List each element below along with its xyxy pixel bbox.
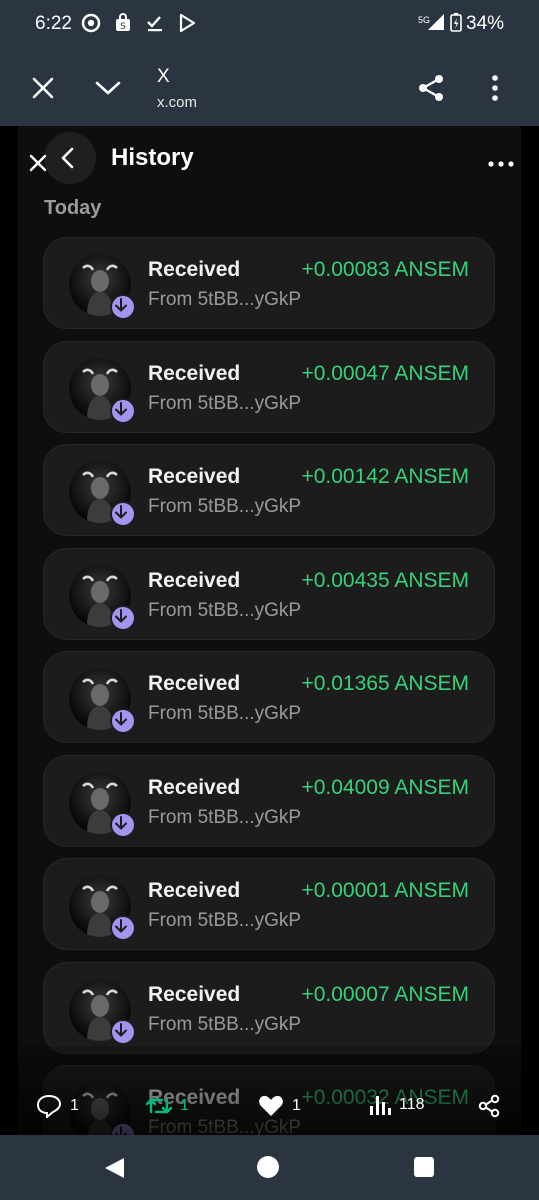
chrome-notification-icon bbox=[80, 12, 102, 34]
share-icon bbox=[478, 1094, 500, 1118]
svg-text:S: S bbox=[120, 22, 126, 32]
checklist-notification-icon bbox=[144, 12, 166, 34]
received-badge bbox=[110, 915, 136, 941]
transaction-label: Received bbox=[148, 982, 241, 1006]
transaction-amount: +0.04009 ANSEM bbox=[301, 775, 469, 799]
transaction-amount: +0.00007 ANSEM bbox=[301, 982, 469, 1006]
transaction-label: Received bbox=[148, 672, 241, 695]
transaction-label: Received bbox=[148, 568, 241, 592]
status-bar: 6:22 S 5G 34% bbox=[0, 0, 539, 48]
shop-notification-icon: S bbox=[112, 12, 134, 34]
received-badge bbox=[110, 294, 136, 320]
reply-count: 1 bbox=[70, 1097, 79, 1114]
arrow-down-icon bbox=[115, 815, 127, 829]
received-badge bbox=[110, 397, 136, 424]
transaction-sender: From 5tBB...yGkP bbox=[148, 1013, 302, 1035]
transaction-item[interactable]: Received From 5tBB...yGkP +0.00001 ANSEM bbox=[43, 858, 495, 950]
like-count: 1 bbox=[292, 1097, 301, 1114]
received-badge bbox=[110, 501, 136, 527]
transaction-item[interactable]: Received From 5tBB...yGkP +0.00435 ANSEM bbox=[43, 547, 495, 640]
page-title: X bbox=[157, 66, 170, 87]
transaction-amount: +0.00435 ANSEM bbox=[301, 568, 469, 592]
transaction-amount: +0.00047 ANSEM bbox=[301, 361, 469, 385]
heart-icon bbox=[259, 1095, 283, 1116]
battery-icon bbox=[450, 13, 462, 32]
nav-home-icon[interactable] bbox=[257, 1156, 279, 1178]
transaction-label: Received bbox=[148, 879, 241, 902]
more-horiz-icon[interactable] bbox=[486, 160, 516, 168]
transaction-item[interactable]: Received From 5tBB...yGkP +0.00007 ANSEM bbox=[43, 961, 495, 1054]
transaction-label: Received bbox=[148, 775, 241, 799]
post-action-bar: 1 1 1 118 bbox=[0, 1084, 539, 1128]
transaction-sender: From 5tBB...yGkP bbox=[148, 703, 302, 724]
web-content: History Today Received From 5tBB...yGkP +0… bbox=[0, 126, 539, 1135]
battery-level: 34% bbox=[466, 13, 505, 34]
transaction-amount: +0.00001 ANSEM bbox=[301, 879, 469, 902]
arrow-down-icon bbox=[115, 505, 127, 519]
transaction-item[interactable]: Received From 5tBB...yGkP +0.04009 ANSEM bbox=[43, 754, 495, 847]
transaction-sender: From 5tBB...yGkP bbox=[148, 599, 302, 621]
transaction-item[interactable]: Received From 5tBB...yGkP +0.00047 ANSEM bbox=[43, 340, 495, 433]
history-title: History bbox=[111, 144, 194, 171]
page-url: x.com bbox=[157, 94, 198, 111]
repost-count: 1 bbox=[180, 1097, 189, 1114]
transaction-item[interactable]: Received From 5tBB...yGkP +0.01365 ANSEM bbox=[43, 651, 495, 743]
transaction-sender: From 5tBB...yGkP bbox=[148, 496, 302, 517]
transaction-amount: +0.00142 ANSEM bbox=[301, 465, 469, 488]
transaction-label: Received bbox=[148, 465, 241, 488]
arrow-down-icon bbox=[115, 298, 127, 312]
reply-button[interactable]: 1 bbox=[36, 1094, 79, 1118]
arrow-down-icon bbox=[115, 712, 127, 726]
share-icon[interactable] bbox=[416, 73, 446, 103]
transaction-label: Received bbox=[148, 258, 241, 281]
received-badge bbox=[110, 811, 136, 838]
views-button[interactable]: 118 bbox=[369, 1094, 425, 1116]
arrow-down-icon bbox=[115, 608, 127, 622]
nav-recents-icon[interactable] bbox=[414, 1157, 434, 1177]
signal-icon bbox=[428, 14, 444, 30]
back-icon bbox=[61, 147, 74, 169]
transaction-sender: From 5tBB...yGkP bbox=[148, 289, 302, 310]
nav-back-icon[interactable] bbox=[102, 1156, 126, 1180]
section-label: Today bbox=[44, 197, 102, 219]
play-store-notification-icon bbox=[176, 12, 198, 34]
close-icon[interactable] bbox=[30, 75, 56, 101]
received-badge bbox=[110, 604, 136, 631]
repost-button[interactable]: 1 bbox=[146, 1094, 189, 1118]
views-icon bbox=[370, 1096, 391, 1115]
transaction-sender: From 5tBB...yGkP bbox=[148, 392, 302, 414]
close-icon[interactable] bbox=[27, 152, 49, 174]
notification-icons: S bbox=[80, 12, 198, 34]
status-time: 6:22 bbox=[35, 13, 72, 34]
system-nav-bar bbox=[0, 1135, 539, 1200]
back-button[interactable] bbox=[44, 132, 96, 184]
transaction-item[interactable]: Received From 5tBB...yGkP +0.00142 ANSEM bbox=[43, 444, 495, 536]
repost-icon bbox=[146, 1098, 172, 1114]
received-badge bbox=[110, 1018, 136, 1045]
transaction-sender: From 5tBB...yGkP bbox=[148, 910, 302, 931]
transaction-sender: From 5tBB...yGkP bbox=[148, 806, 302, 828]
chevron-down-icon[interactable] bbox=[94, 78, 122, 98]
arrow-down-icon bbox=[115, 1022, 127, 1036]
like-button[interactable]: 1 bbox=[258, 1094, 301, 1118]
transaction-amount: +0.00083 ANSEM bbox=[301, 258, 469, 281]
browser-toolbar: X x.com bbox=[0, 48, 539, 126]
more-vert-icon[interactable] bbox=[484, 73, 506, 103]
arrow-down-icon bbox=[115, 401, 127, 415]
arrow-down-icon bbox=[115, 919, 127, 933]
reply-icon bbox=[36, 1094, 62, 1118]
transaction-amount: +0.01365 ANSEM bbox=[301, 672, 469, 695]
transaction-item[interactable]: Received From 5tBB...yGkP +0.00083 ANSEM bbox=[43, 237, 495, 329]
transaction-label: Received bbox=[148, 361, 241, 385]
view-count: 118 bbox=[399, 1096, 425, 1113]
received-badge bbox=[110, 708, 136, 734]
share-post-button[interactable] bbox=[477, 1094, 501, 1118]
